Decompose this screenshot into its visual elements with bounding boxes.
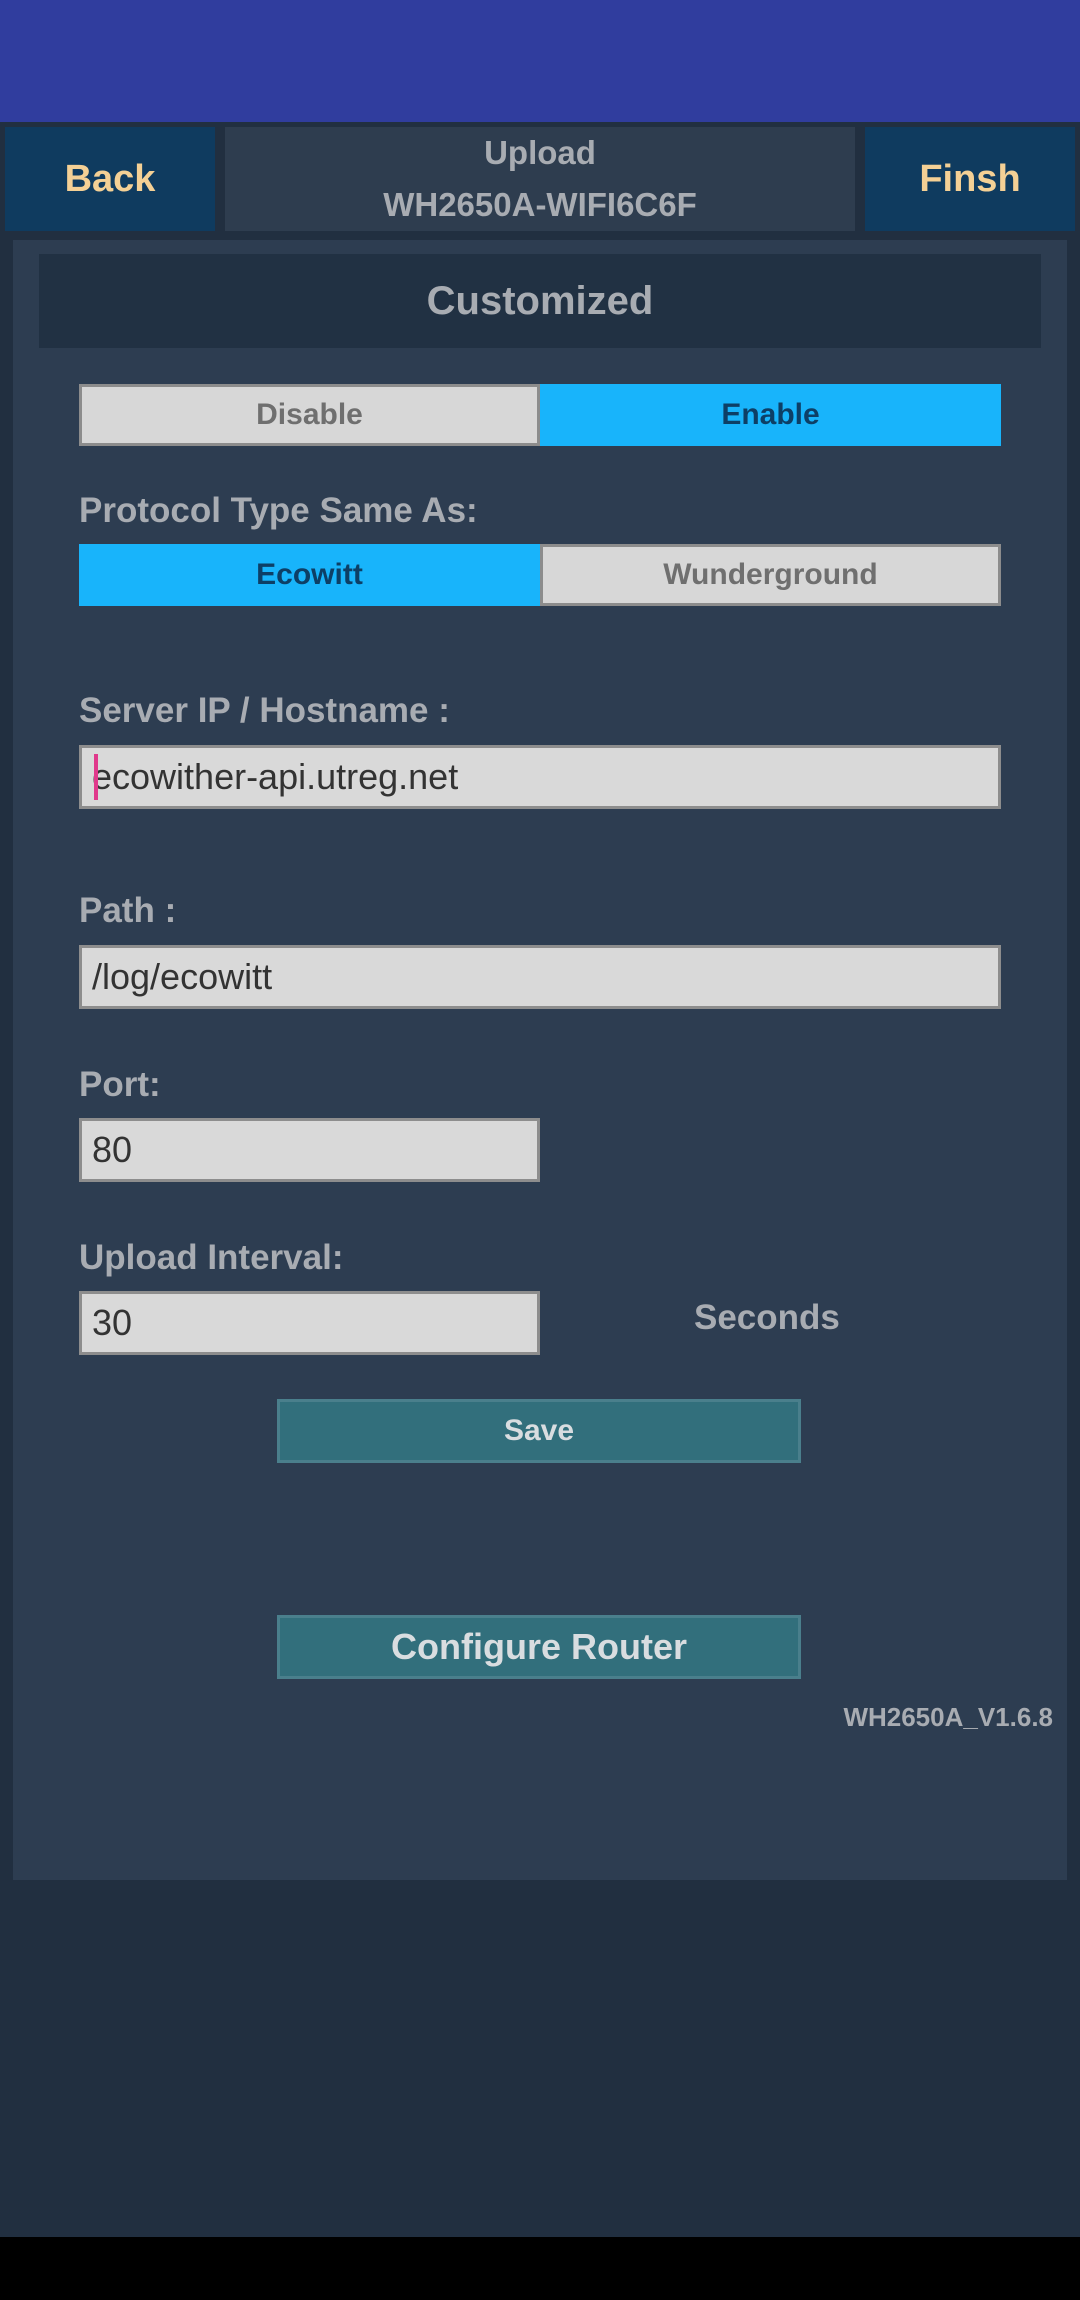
finish-button-label: Finsh	[919, 157, 1021, 200]
status-bar	[0, 0, 1080, 122]
protocol-label: Protocol Type Same As:	[79, 491, 478, 530]
save-button[interactable]: Save	[277, 1399, 801, 1463]
page-title-line1: Upload	[484, 134, 596, 171]
section-title: Customized	[39, 254, 1041, 348]
disable-label: Disable	[256, 398, 363, 431]
version-label: WH2650A_V1.6.8	[843, 1702, 1053, 1732]
protocol-option-ecowitt[interactable]: Ecowitt	[79, 544, 540, 606]
path-label: Path :	[79, 891, 177, 930]
server-value: ecowither-api.utreg.net	[92, 756, 459, 797]
back-button-label: Back	[64, 157, 156, 200]
port-value: 80	[92, 1129, 133, 1170]
protocol-option-wunderground[interactable]: Wunderground	[540, 544, 1001, 606]
interval-label: Upload Interval:	[79, 1238, 344, 1277]
protocol-option-ecowitt-label: Ecowitt	[256, 558, 363, 591]
server-label: Server IP / Hostname :	[79, 691, 450, 730]
interval-value: 30	[92, 1302, 133, 1343]
port-input[interactable]: 80	[79, 1118, 540, 1182]
device-name: WH2650A-WIFI6C6F	[383, 186, 697, 223]
configure-router-button[interactable]: Configure Router	[277, 1615, 801, 1679]
enable-toggle-button[interactable]: Enable	[540, 384, 1001, 446]
disable-toggle-button[interactable]: Disable	[79, 384, 540, 446]
interval-unit: Seconds	[694, 1298, 840, 1337]
finish-button[interactable]: Finsh	[865, 127, 1075, 231]
configure-router-label: Configure Router	[391, 1626, 687, 1667]
page-title: Upload WH2650A-WIFI6C6F	[225, 127, 855, 231]
server-input[interactable]: ecowither-api.utreg.net	[79, 745, 1001, 809]
protocol-option-wunderground-label: Wunderground	[663, 558, 878, 591]
back-button[interactable]: Back	[5, 127, 215, 231]
navigation-bar	[0, 2237, 1080, 2300]
path-value: /log/ecowitt	[92, 956, 273, 997]
interval-input[interactable]: 30	[79, 1291, 540, 1355]
enable-label: Enable	[721, 398, 820, 431]
port-label: Port:	[79, 1065, 161, 1104]
save-button-label: Save	[503, 1414, 575, 1447]
section-title-text: Customized	[426, 278, 654, 323]
path-input[interactable]: /log/ecowitt	[79, 945, 1001, 1009]
text-cursor	[94, 754, 98, 800]
